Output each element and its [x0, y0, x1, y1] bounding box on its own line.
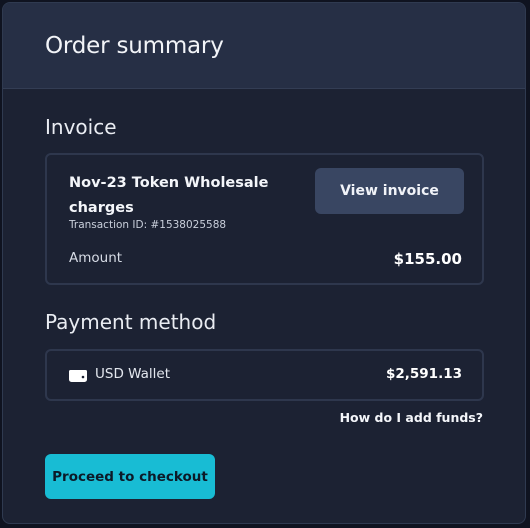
transaction-id: Transaction ID: #1538025588: [69, 219, 227, 231]
wallet-balance: $2,591.13: [385, 366, 462, 382]
view-invoice-button[interactable]: View invoice: [315, 168, 464, 214]
order-summary-panel: Order summary Invoice Nov-23 Token Whole…: [2, 2, 526, 524]
panel-header: Order summary: [3, 3, 525, 89]
invoice-card: Nov-23 Token Wholesale charges Transacti…: [45, 153, 484, 285]
amount-value: $155.00: [393, 250, 462, 268]
invoice-name: Nov-23 Token Wholesale charges: [69, 175, 269, 216]
wallet-label: USD Wallet: [95, 366, 170, 382]
amount-label: Amount: [69, 250, 123, 266]
wallet-icon: [69, 368, 87, 382]
add-funds-link[interactable]: How do I add funds?: [340, 410, 483, 425]
payment-method-card[interactable]: USD Wallet $2,591.13: [45, 349, 484, 401]
invoice-section-title: Invoice: [45, 115, 117, 139]
payment-method-section-title: Payment method: [45, 310, 217, 334]
proceed-to-checkout-button[interactable]: Proceed to checkout: [45, 454, 215, 499]
page-title: Order summary: [45, 32, 224, 59]
